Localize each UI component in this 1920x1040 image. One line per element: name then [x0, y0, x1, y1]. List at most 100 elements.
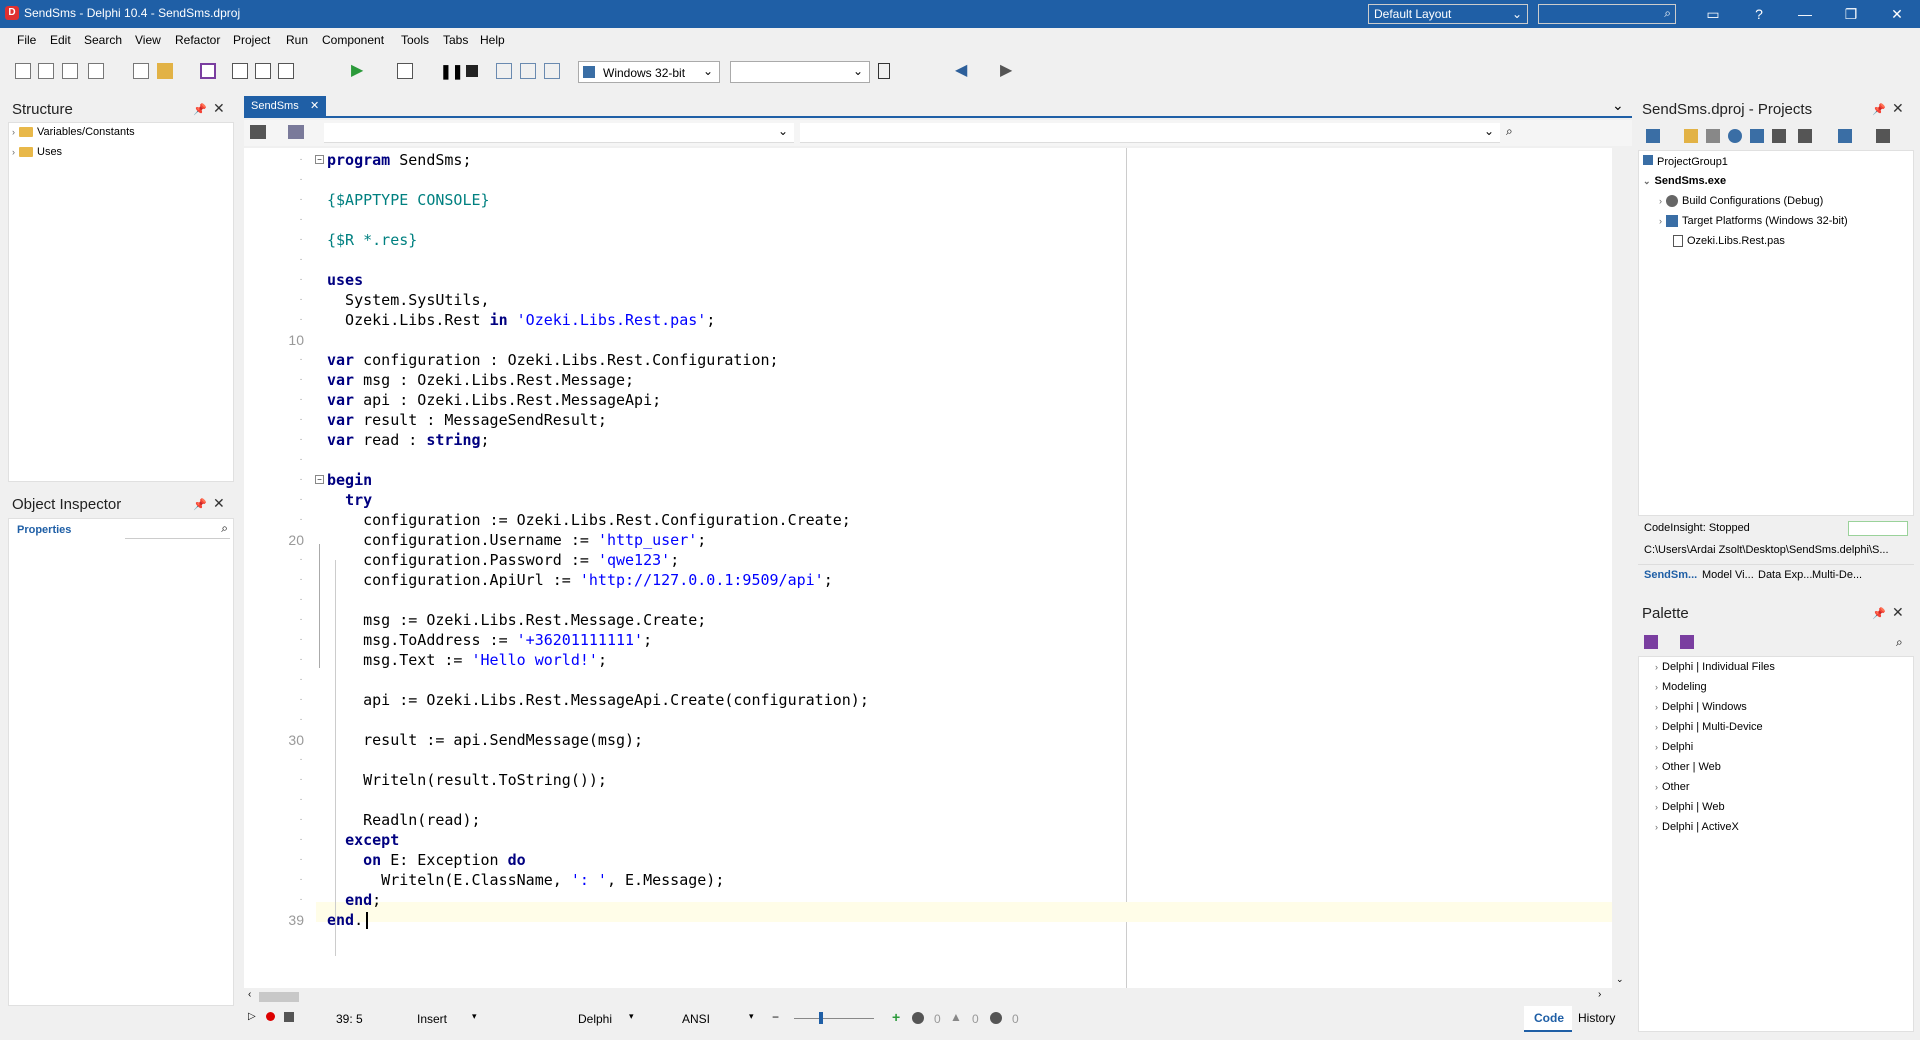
new-items-icon[interactable] — [38, 63, 54, 79]
code-line[interactable]: begin — [327, 470, 372, 490]
code-line[interactable]: {$APPTYPE CONSOLE} — [327, 190, 490, 210]
code-line[interactable]: Ozeki.Libs.Rest in 'Ozeki.Libs.Rest.pas'… — [327, 310, 715, 330]
palette-item[interactable]: › Delphi — [1655, 741, 1693, 753]
palette-item[interactable]: › Other | Web — [1655, 761, 1721, 773]
menu-run[interactable]: Run — [286, 33, 308, 47]
menu-view[interactable]: View — [135, 33, 161, 47]
scroll-thumb[interactable] — [259, 992, 299, 1002]
record-macro-icon[interactable] — [266, 1012, 275, 1021]
palette-item[interactable]: › Other — [1655, 781, 1690, 793]
tab-history[interactable]: History — [1578, 1011, 1615, 1025]
code-line[interactable]: msg.ToAddress := '+36201111111'; — [327, 630, 652, 650]
pin-icon[interactable]: 📌 — [1872, 607, 1886, 620]
stop-icon[interactable] — [466, 65, 478, 77]
tree-item-projectgroup[interactable]: ProjectGroup1 — [1643, 155, 1728, 168]
close-file-icon[interactable] — [88, 63, 104, 79]
open-project-icon[interactable] — [62, 63, 78, 79]
chevron-down-icon[interactable]: ▾ — [749, 1011, 754, 1022]
chevron-right-icon[interactable]: › — [1598, 989, 1601, 1000]
tab-model-view[interactable]: Model Vi... — [1702, 569, 1754, 581]
menu-component[interactable]: Component — [322, 33, 384, 47]
print-icon[interactable] — [288, 125, 304, 139]
zoom-slider-thumb[interactable] — [819, 1012, 823, 1024]
palette-item[interactable]: › Delphi | Individual Files — [1655, 661, 1775, 673]
fold-toggle-icon[interactable]: − — [315, 155, 324, 164]
code-line[interactable]: msg.Text := 'Hello world!'; — [327, 650, 607, 670]
tree-item-build-configs[interactable]: › Build Configurations (Debug) — [1659, 195, 1823, 208]
close-icon[interactable]: ✕ — [1892, 100, 1904, 117]
menu-search[interactable]: Search — [84, 33, 122, 47]
tree-item-target-platforms[interactable]: › Target Platforms (Windows 32-bit) — [1659, 215, 1848, 228]
palette-item[interactable]: › Delphi | ActiveX — [1655, 821, 1739, 833]
code-icon[interactable] — [250, 125, 266, 139]
palette-item[interactable]: › Delphi | Web — [1655, 801, 1725, 813]
tab-code[interactable]: Code — [1524, 1006, 1572, 1032]
run-without-debug-icon[interactable] — [397, 63, 413, 79]
menu-refactor[interactable]: Refactor — [175, 33, 220, 47]
maximize-button[interactable]: ❐ — [1828, 0, 1874, 28]
code-line[interactable]: Readln(read); — [327, 810, 480, 830]
menu-file[interactable]: File — [17, 33, 36, 47]
palette-add-icon[interactable] — [1680, 635, 1694, 649]
menu-project[interactable]: Project — [233, 33, 270, 47]
ide-search-input[interactable]: ⌕ — [1538, 4, 1676, 24]
chevron-down-icon[interactable]: ▾ — [472, 1011, 477, 1022]
collapse-icon[interactable] — [1772, 129, 1786, 143]
build-icon[interactable] — [1798, 129, 1812, 143]
view-icon[interactable] — [1876, 129, 1890, 143]
chevron-down-icon[interactable]: ⌄ — [1612, 97, 1624, 114]
menu-edit[interactable]: Edit — [50, 33, 71, 47]
chevron-down-icon[interactable]: ▾ — [629, 1011, 634, 1022]
step-over-icon[interactable] — [520, 63, 536, 79]
code-line[interactable]: var result : MessageSendResult; — [327, 410, 607, 430]
play-macro-icon[interactable]: ▷ — [248, 1011, 256, 1022]
palette-category-icon[interactable] — [1644, 635, 1658, 649]
minimize-button[interactable]: — — [1782, 0, 1828, 28]
feedback-icon[interactable]: ▭ — [1690, 0, 1736, 28]
close-icon[interactable]: ✕ — [213, 100, 225, 117]
code-line[interactable]: configuration.ApiUrl := 'http://127.0.0.… — [327, 570, 833, 590]
layout-combo[interactable]: Default Layout ⌄ — [1368, 4, 1528, 24]
options-icon[interactable] — [278, 63, 294, 79]
insert-mode[interactable]: Insert — [417, 1012, 447, 1026]
pin-icon[interactable]: 📌 — [193, 103, 207, 116]
close-window-button[interactable]: ✕ — [1874, 0, 1920, 28]
search-icon[interactable]: ⌕ — [1506, 124, 1513, 139]
vertical-scrollbar[interactable]: ⌄ — [1612, 148, 1630, 988]
save-all-icon[interactable] — [232, 63, 248, 79]
add-file-icon[interactable] — [1684, 129, 1698, 143]
code-line[interactable]: var configuration : Ozeki.Libs.Rest.Conf… — [327, 350, 779, 370]
new-file-icon[interactable] — [15, 63, 31, 79]
code-line[interactable]: var msg : Ozeki.Libs.Rest.Message; — [327, 370, 634, 390]
code-line[interactable]: end. — [327, 910, 363, 930]
help-icon[interactable]: ? — [1736, 0, 1782, 28]
chevron-down-icon[interactable]: ⌄ — [1616, 974, 1624, 985]
back-arrow-icon[interactable]: ◀ — [955, 63, 971, 79]
build-config-icon[interactable] — [1838, 129, 1852, 143]
code-line[interactable]: api := Ozeki.Libs.Rest.MessageApi.Create… — [327, 690, 869, 710]
palette-item[interactable]: › Delphi | Multi-Device — [1655, 721, 1763, 733]
code-line[interactable]: var api : Ozeki.Libs.Rest.MessageApi; — [327, 390, 661, 410]
method-combo[interactable]: ⌄ — [800, 123, 1500, 143]
pause-icon[interactable]: ❚❚ — [440, 63, 463, 79]
encoding-selector[interactable]: ANSI — [682, 1012, 710, 1026]
tab-projects[interactable]: SendSm... — [1644, 569, 1697, 581]
step-out-icon[interactable] — [544, 63, 560, 79]
save-as-icon[interactable] — [255, 63, 271, 79]
menu-tools[interactable]: Tools — [401, 33, 429, 47]
device-icon[interactable] — [878, 63, 890, 79]
close-icon[interactable]: ✕ — [310, 99, 319, 112]
run-icon[interactable]: ▶ — [351, 63, 367, 79]
tree-item-sendsms-exe[interactable]: ⌄ SendSms.exe — [1643, 175, 1726, 187]
code-line[interactable]: uses — [327, 270, 363, 290]
close-icon[interactable]: ✕ — [1892, 604, 1904, 621]
code-line[interactable]: try — [327, 490, 372, 510]
code-line[interactable]: program SendSms; — [327, 150, 472, 170]
device-combo[interactable]: ⌄ — [730, 61, 870, 83]
code-line[interactable]: msg := Ozeki.Libs.Rest.Message.Create; — [327, 610, 706, 630]
search-icon[interactable]: ⌕ — [1896, 635, 1903, 650]
tab-multi-device[interactable]: Multi-De... — [1812, 569, 1862, 581]
forward-arrow-icon[interactable]: ▶ — [1000, 63, 1016, 79]
tree-item-uses[interactable]: › Uses — [12, 146, 62, 158]
sync-icon[interactable] — [1728, 129, 1742, 143]
